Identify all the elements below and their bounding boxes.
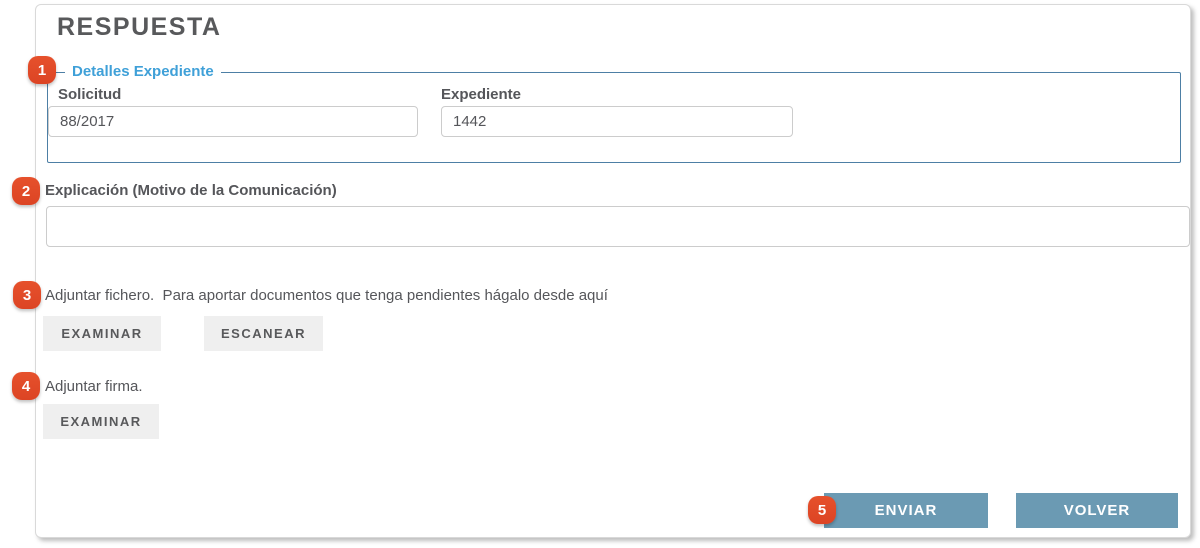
solicitud-label: Solicitud <box>58 86 121 103</box>
expediente-details-legend: Detalles Expediente <box>65 63 221 80</box>
attach-file-scan-button[interactable]: ESCANEAR <box>204 316 323 351</box>
explanation-label: Explicación (Motivo de la Comunicación) <box>45 182 337 199</box>
annotation-badge-2: 2 <box>12 177 40 205</box>
annotation-badge-5: 5 <box>808 496 836 524</box>
attach-file-examine-button[interactable]: EXAMINAR <box>43 316 161 351</box>
annotation-badge-3: 3 <box>13 281 41 309</box>
expediente-input[interactable] <box>441 106 793 137</box>
back-button[interactable]: VOLVER <box>1016 493 1178 528</box>
explanation-input[interactable] <box>46 206 1190 247</box>
send-button[interactable]: ENVIAR <box>824 493 988 528</box>
attach-signature-label: Adjuntar firma. <box>45 378 143 395</box>
solicitud-input[interactable] <box>48 106 418 137</box>
response-form-card: RESPUESTA Detalles Expediente Solicitud … <box>35 4 1191 538</box>
annotation-badge-4: 4 <box>12 372 40 400</box>
attach-signature-examine-button[interactable]: EXAMINAR <box>43 404 159 439</box>
expediente-label: Expediente <box>441 86 521 103</box>
attach-file-label: Adjuntar fichero. Para aportar documento… <box>45 287 608 304</box>
page-title: RESPUESTA <box>57 13 221 42</box>
annotation-badge-1: 1 <box>28 56 56 84</box>
